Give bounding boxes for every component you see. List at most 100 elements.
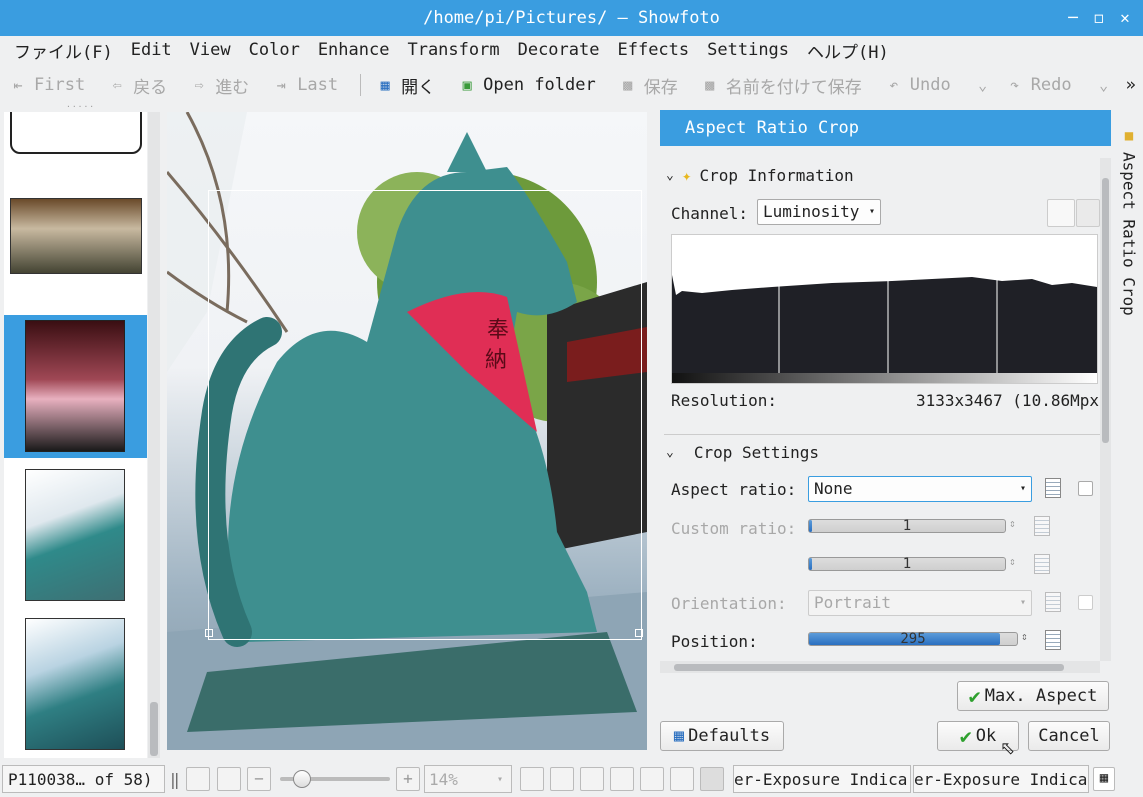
color-managed-view-button[interactable]: ▦ [1093, 767, 1115, 791]
thumbnail-blank[interactable] [10, 112, 142, 154]
reset-aspect-icon[interactable] [1045, 478, 1061, 498]
menu-edit[interactable]: Edit [131, 40, 172, 60]
save-icon: ▩ [623, 76, 633, 94]
channel-select[interactable]: Luminosity ▾ [757, 199, 881, 225]
maximize-icon[interactable]: ◻ [1090, 9, 1108, 27]
under-exposure-indicator[interactable]: er-Exposure Indica [733, 765, 911, 793]
menu-effects[interactable]: Effects [617, 40, 689, 60]
channel-label: Channel: [671, 203, 749, 223]
position-label: Position: [671, 631, 758, 651]
panel-vertical-scrollbar[interactable] [1100, 158, 1111, 661]
linear-scale-button[interactable] [1047, 199, 1075, 227]
back-arrow-icon: ⇦ [112, 76, 122, 94]
orientation-label: Orientation: [671, 593, 787, 613]
right-sidebar-tab[interactable]: ■ Aspect Ratio Crop [1117, 128, 1141, 338]
redo-dropdown[interactable]: ⌄ [1094, 76, 1120, 94]
redo-icon: ↷ [1010, 76, 1020, 94]
redo-button[interactable]: ↷ Redo [1005, 75, 1071, 95]
status-tool-2[interactable] [550, 767, 574, 791]
menu-color[interactable]: Color [249, 40, 300, 60]
defaults-button[interactable]: ▦ Defaults [660, 721, 784, 751]
log-scale-button[interactable] [1076, 199, 1100, 227]
custom-ratio-denominator-slider[interactable]: 1 [808, 557, 1006, 571]
custom-ratio-row: Custom ratio: [671, 517, 796, 539]
zoom-in-button[interactable]: + [396, 767, 420, 791]
grid-icon: ▦ [1099, 770, 1109, 786]
menu-view[interactable]: View [190, 40, 231, 60]
menu-transform[interactable]: Transform [407, 40, 499, 60]
toolbar-overflow-button[interactable]: » [1126, 75, 1136, 95]
open-button[interactable]: ▦ 開く [375, 73, 436, 98]
aspect-ratio-checkbox[interactable] [1078, 481, 1093, 496]
reset-custom-numerator-icon[interactable] [1034, 516, 1050, 536]
last-icon: ⇥ [276, 76, 286, 94]
menu-help[interactable]: ヘルプ(H) [807, 38, 889, 63]
spin-arrows-icon[interactable]: ⇕ [1009, 517, 1016, 530]
minimize-icon[interactable]: ─ [1064, 9, 1082, 27]
position-row: Position: [671, 630, 758, 652]
reset-custom-denominator-icon[interactable] [1034, 554, 1050, 574]
crop-information-header[interactable]: ⌄ ✦ Crop Information [666, 164, 854, 186]
thumbnail-group-photo[interactable] [10, 198, 142, 274]
document-icon: ▦ [380, 76, 390, 94]
status-tool-3[interactable] [580, 767, 604, 791]
back-button[interactable]: ⇦ 戻る [107, 73, 168, 98]
forward-button[interactable]: ⇨ 進む [189, 73, 250, 98]
folder-icon: ■ [1124, 128, 1134, 144]
zoom-out-button[interactable]: − [247, 767, 271, 791]
status-tool-1[interactable] [520, 767, 544, 791]
spin-arrows-icon[interactable]: ⇕ [1009, 555, 1016, 568]
resolution-label: Resolution: [671, 390, 777, 410]
position-slider[interactable]: 295 [808, 632, 1018, 646]
reset-position-icon[interactable] [1045, 630, 1061, 650]
cancel-button[interactable]: Cancel [1028, 721, 1110, 751]
status-tool-7[interactable] [700, 767, 724, 791]
reset-orientation-icon[interactable] [1045, 592, 1061, 612]
menu-file[interactable]: ファイル(F) [14, 38, 113, 63]
orientation-row: Orientation: [671, 592, 787, 614]
thumbnail-fox-statue-1[interactable] [25, 469, 125, 601]
last-button[interactable]: ⇥ Last [271, 75, 338, 95]
menu-decorate[interactable]: Decorate [518, 40, 600, 60]
crop-selection[interactable] [205, 190, 643, 640]
custom-ratio-numerator-slider[interactable]: 1 [808, 519, 1006, 533]
save-as-button[interactable]: ▩ 名前を付けて保存 [700, 73, 862, 98]
max-aspect-button[interactable]: ✔ Max. Aspect [957, 681, 1109, 711]
panel-scrollbar-handle[interactable] [1102, 178, 1109, 443]
over-exposure-indicator[interactable]: er-Exposure Indica [913, 765, 1089, 793]
menu-enhance[interactable]: Enhance [318, 40, 390, 60]
close-icon[interactable]: ✕ [1116, 9, 1134, 27]
plus-icon: + [403, 769, 413, 788]
status-tool-5[interactable] [640, 767, 664, 791]
open-folder-button[interactable]: ▣ Open folder [457, 75, 596, 95]
save-button[interactable]: ▩ 保存 [618, 73, 678, 98]
spin-arrows-icon[interactable]: ⇕ [1021, 630, 1028, 643]
status-tool-4[interactable] [610, 767, 634, 791]
orientation-select[interactable]: Portrait ▾ [808, 590, 1032, 616]
checkmark-icon: ✔ [968, 684, 981, 708]
chevron-down-icon: ▾ [868, 206, 875, 217]
panel-hscrollbar-handle[interactable] [674, 664, 1064, 671]
forward-arrow-icon: ⇨ [194, 76, 204, 94]
aspect-ratio-select[interactable]: None ▾ [808, 476, 1032, 502]
status-tool-6[interactable] [670, 767, 694, 791]
orientation-checkbox[interactable] [1078, 595, 1093, 610]
menu-settings[interactable]: Settings [707, 40, 789, 60]
thumbnail-fox-statue-2[interactable] [25, 618, 125, 750]
thumbnail-scrollbar-handle[interactable] [150, 702, 158, 756]
dock-grip[interactable]: ····· [66, 102, 96, 111]
crop-settings-header[interactable]: ⌄ Crop Settings [666, 441, 819, 463]
fit-to-window-button[interactable] [186, 767, 210, 791]
panel-horizontal-scrollbar[interactable] [660, 661, 1100, 673]
crop-handle-bottom-left[interactable] [205, 629, 213, 637]
undo-dropdown[interactable]: ⌄ [973, 76, 999, 94]
zoom-slider-handle[interactable] [293, 770, 311, 788]
tool-panel-header: Aspect Ratio Crop [660, 110, 1111, 146]
zoom-100-button[interactable] [217, 767, 241, 791]
undo-button[interactable]: ↶ Undo [884, 75, 950, 95]
zoom-level-select[interactable]: 14% ▾ [424, 765, 512, 793]
thumbnail-scrollbar[interactable] [148, 112, 160, 758]
thumbnail-selected[interactable] [4, 315, 147, 458]
crop-handle-bottom-right[interactable] [635, 629, 643, 637]
first-button[interactable]: ⇤ First [8, 75, 85, 95]
